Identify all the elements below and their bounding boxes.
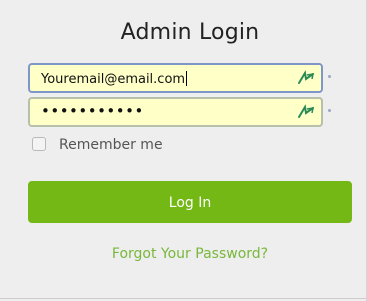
- login-button[interactable]: Log In: [28, 181, 352, 223]
- remember-me-label[interactable]: Remember me: [59, 137, 163, 153]
- page-title: Admin Login: [120, 20, 260, 45]
- forgot-password-link[interactable]: Forgot Your Password?: [0, 246, 367, 262]
- remember-me-checkbox[interactable]: [32, 137, 46, 151]
- field-indicator-dot: [328, 109, 331, 112]
- email-field[interactable]: Youremail@email.com: [28, 63, 323, 93]
- password-manager-icon[interactable]: [297, 70, 315, 86]
- text-cursor: [186, 71, 188, 86]
- password-value: •••••••••••: [41, 102, 144, 120]
- field-indicator-dot: [328, 75, 331, 78]
- login-form: Admin Login Youremail@email.com ••••••••…: [0, 0, 367, 301]
- password-manager-icon[interactable]: [297, 104, 315, 120]
- divider: [0, 298, 367, 299]
- email-value: Youremail@email.com: [41, 72, 186, 87]
- password-field[interactable]: •••••••••••: [28, 97, 323, 127]
